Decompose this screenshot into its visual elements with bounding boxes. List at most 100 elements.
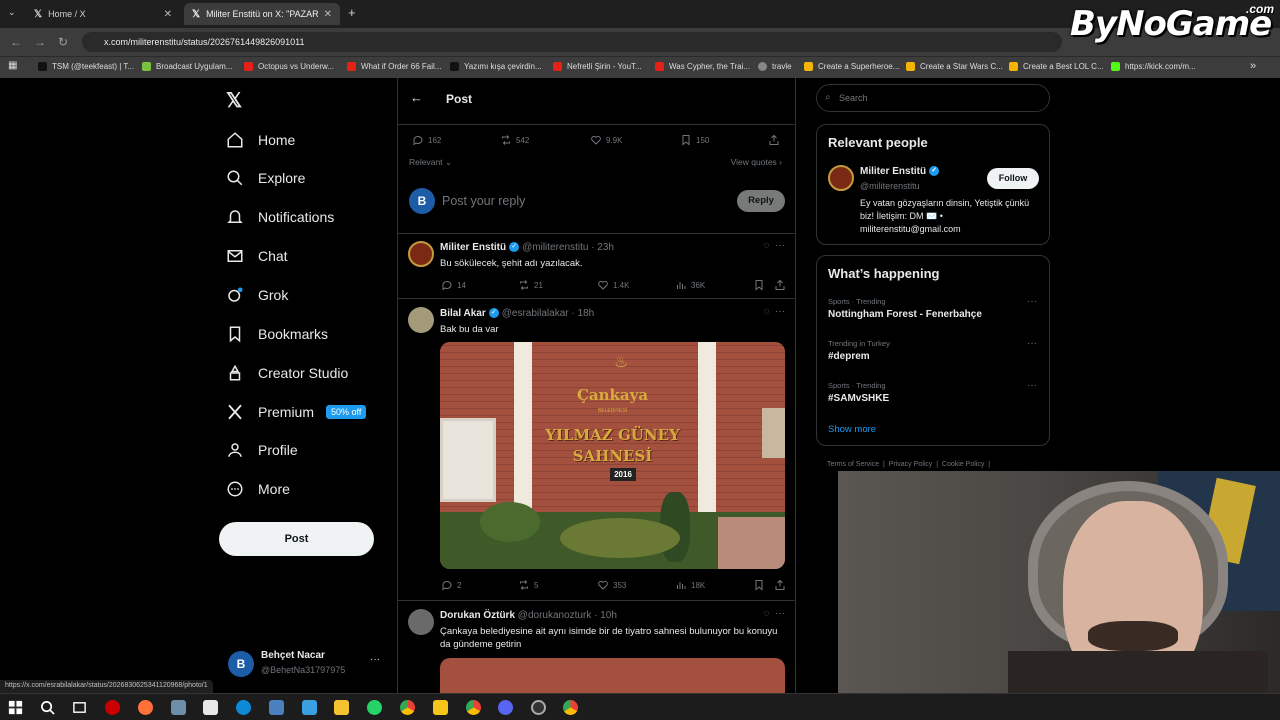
app-icon[interactable]: [171, 700, 186, 715]
avatar[interactable]: [408, 609, 434, 635]
folder-icon[interactable]: [334, 700, 349, 715]
avatar[interactable]: [408, 241, 434, 267]
trend-more-icon[interactable]: ···: [1027, 338, 1037, 349]
opera-icon[interactable]: [105, 700, 120, 715]
x-logo[interactable]: 𝕏: [226, 88, 242, 113]
stat-likes[interactable]: 9.9K: [590, 134, 622, 146]
new-tab-icon[interactable]: +: [348, 5, 356, 20]
footer-link[interactable]: Terms of Service: [827, 461, 879, 468]
app-icon[interactable]: [302, 700, 317, 715]
reply-count[interactable]: 14: [441, 279, 466, 291]
trend-more-icon[interactable]: ···: [1027, 380, 1037, 391]
follow-button[interactable]: Follow: [987, 168, 1039, 189]
author-name[interactable]: Dorukan Öztürk: [440, 610, 515, 621]
share-icon[interactable]: [774, 579, 790, 591]
view-count[interactable]: 36K: [675, 279, 705, 291]
person-name[interactable]: Militer Enstitü ✓: [860, 166, 942, 177]
author-name[interactable]: Militer Enstitü: [440, 242, 506, 253]
app-icon[interactable]: [269, 700, 284, 715]
back-arrow-icon[interactable]: ←: [10, 35, 22, 49]
edge-icon[interactable]: [236, 700, 251, 715]
trend-item[interactable]: #deprem: [828, 351, 870, 362]
post-photo[interactable]: ♨ Çankaya BELEDİYESİ YILMAZ GÜNEY SAHNES…: [440, 342, 785, 569]
apps-grid-icon[interactable]: ▦: [8, 60, 17, 71]
share-icon[interactable]: [774, 279, 790, 291]
back-arrow-icon[interactable]: ←: [410, 90, 423, 105]
sort-dropdown[interactable]: Relevant ⌄: [409, 157, 452, 168]
bookmark-item[interactable]: travle: [758, 62, 792, 71]
tab-home[interactable]: 𝕏 Home / X ✕: [26, 3, 180, 25]
tab-post[interactable]: 𝕏 Militer Enstitü on X: "PAZARTESİ ✕: [184, 3, 340, 25]
avatar[interactable]: [408, 307, 434, 333]
bookmark-icon[interactable]: [753, 579, 769, 591]
bookmark-item[interactable]: Octopus vs Underw...: [244, 62, 334, 71]
stat-replies[interactable]: 162: [412, 134, 441, 146]
nav-more[interactable]: More: [226, 477, 290, 501]
footer-link[interactable]: Privacy Policy: [889, 461, 933, 468]
bookmark-item[interactable]: Broadcast Uygulam...: [142, 62, 232, 71]
account-more-icon[interactable]: ···: [370, 654, 380, 665]
nav-notifications[interactable]: Notifications: [226, 205, 334, 229]
post-photo[interactable]: [440, 658, 785, 693]
reply-count[interactable]: 2: [441, 579, 461, 591]
firefox-icon[interactable]: [138, 700, 153, 715]
forward-arrow-icon[interactable]: →: [34, 35, 46, 49]
bookmarks-overflow-icon[interactable]: »: [1250, 60, 1256, 72]
repost-count[interactable]: 21: [518, 279, 543, 291]
discord-icon[interactable]: [498, 700, 513, 715]
bookmark-item[interactable]: Nefretli Şirin - YouT...: [553, 62, 642, 71]
post-button[interactable]: Post: [219, 522, 374, 556]
chrome-active-icon[interactable]: [563, 700, 578, 715]
chrome-icon[interactable]: [400, 700, 415, 715]
grok-action-icon[interactable]: ◌ ···: [764, 608, 786, 619]
store-icon[interactable]: [203, 700, 218, 715]
bookmark-item[interactable]: Yazımı kışa çevirdin...: [450, 62, 542, 71]
nav-home[interactable]: Home: [226, 128, 295, 152]
whatsapp-icon[interactable]: [367, 700, 382, 715]
reload-icon[interactable]: ↻: [58, 35, 68, 49]
like-count[interactable]: 1.4K: [597, 279, 629, 291]
trend-item[interactable]: Nottingham Forest - Fenerbahçe: [828, 309, 982, 320]
trend-more-icon[interactable]: ···: [1027, 296, 1037, 307]
avatar[interactable]: [828, 165, 854, 191]
tab-menu-icon[interactable]: ⌄: [8, 7, 16, 18]
reply-input[interactable]: Post your reply: [442, 194, 525, 208]
view-quotes-link[interactable]: View quotes ›: [731, 157, 782, 167]
trend-item[interactable]: #SAMvSHKE: [828, 393, 889, 404]
nav-chat[interactable]: Chat: [226, 244, 288, 268]
bookmark-item[interactable]: What if Order 66 Fail...: [347, 62, 441, 71]
nav-explore[interactable]: Explore: [226, 166, 305, 190]
nav-creator-studio[interactable]: Creator Studio: [226, 361, 348, 385]
task-view-icon[interactable]: [72, 700, 87, 715]
bookmark-item[interactable]: Was Cypher, the Trai...: [655, 62, 750, 71]
stat-reposts[interactable]: 542: [500, 134, 529, 146]
reply-item[interactable]: Bilal Akar ✓ @esrabilalakar · 18h ◌ ··· Ba…: [398, 299, 795, 599]
bookmark-item[interactable]: Create a Best LOL C...: [1009, 62, 1104, 71]
account-switcher[interactable]: B Behçet Nacar @BehetNa31797975 ···: [226, 648, 386, 684]
reply-button[interactable]: Reply: [737, 190, 785, 212]
app-icon[interactable]: [433, 700, 448, 715]
bookmark-icon[interactable]: [753, 279, 769, 291]
windows-start-icon[interactable]: [8, 700, 23, 715]
stat-bookmarks[interactable]: 150: [680, 134, 709, 146]
reply-item[interactable]: Dorukan Öztürk @dorukanozturk · 10h ◌ ··…: [398, 601, 795, 693]
grok-action-icon[interactable]: ◌ ···: [764, 240, 786, 251]
nav-bookmarks[interactable]: Bookmarks: [226, 322, 328, 346]
show-more-link[interactable]: Show more: [828, 424, 876, 435]
url-field[interactable]: x.com/militerenstitu/status/202676144982…: [82, 32, 1062, 52]
footer-link[interactable]: Cookie Policy: [942, 461, 984, 468]
bookmark-item[interactable]: Create a Superheroe...: [804, 62, 899, 71]
share-icon[interactable]: [768, 134, 784, 146]
bookmark-item[interactable]: https://kick.com/m...: [1111, 62, 1196, 71]
close-tab-icon[interactable]: ✕: [164, 9, 172, 20]
bookmark-item[interactable]: TSM (@teekfeast) | T...: [38, 62, 134, 71]
reply-item[interactable]: Militer Enstitü ✓ @militerenstitu · 23h ◌ …: [398, 234, 795, 297]
search-input[interactable]: ⌕ Search: [816, 84, 1050, 112]
author-name[interactable]: Bilal Akar: [440, 308, 486, 319]
grok-action-icon[interactable]: ◌ ···: [764, 306, 786, 317]
nav-grok[interactable]: Grok: [226, 283, 288, 307]
bookmark-item[interactable]: Create a Star Wars C...: [906, 62, 1003, 71]
app-icon[interactable]: [531, 700, 546, 715]
close-tab-icon[interactable]: ✕: [324, 9, 332, 20]
search-icon[interactable]: [40, 700, 55, 715]
